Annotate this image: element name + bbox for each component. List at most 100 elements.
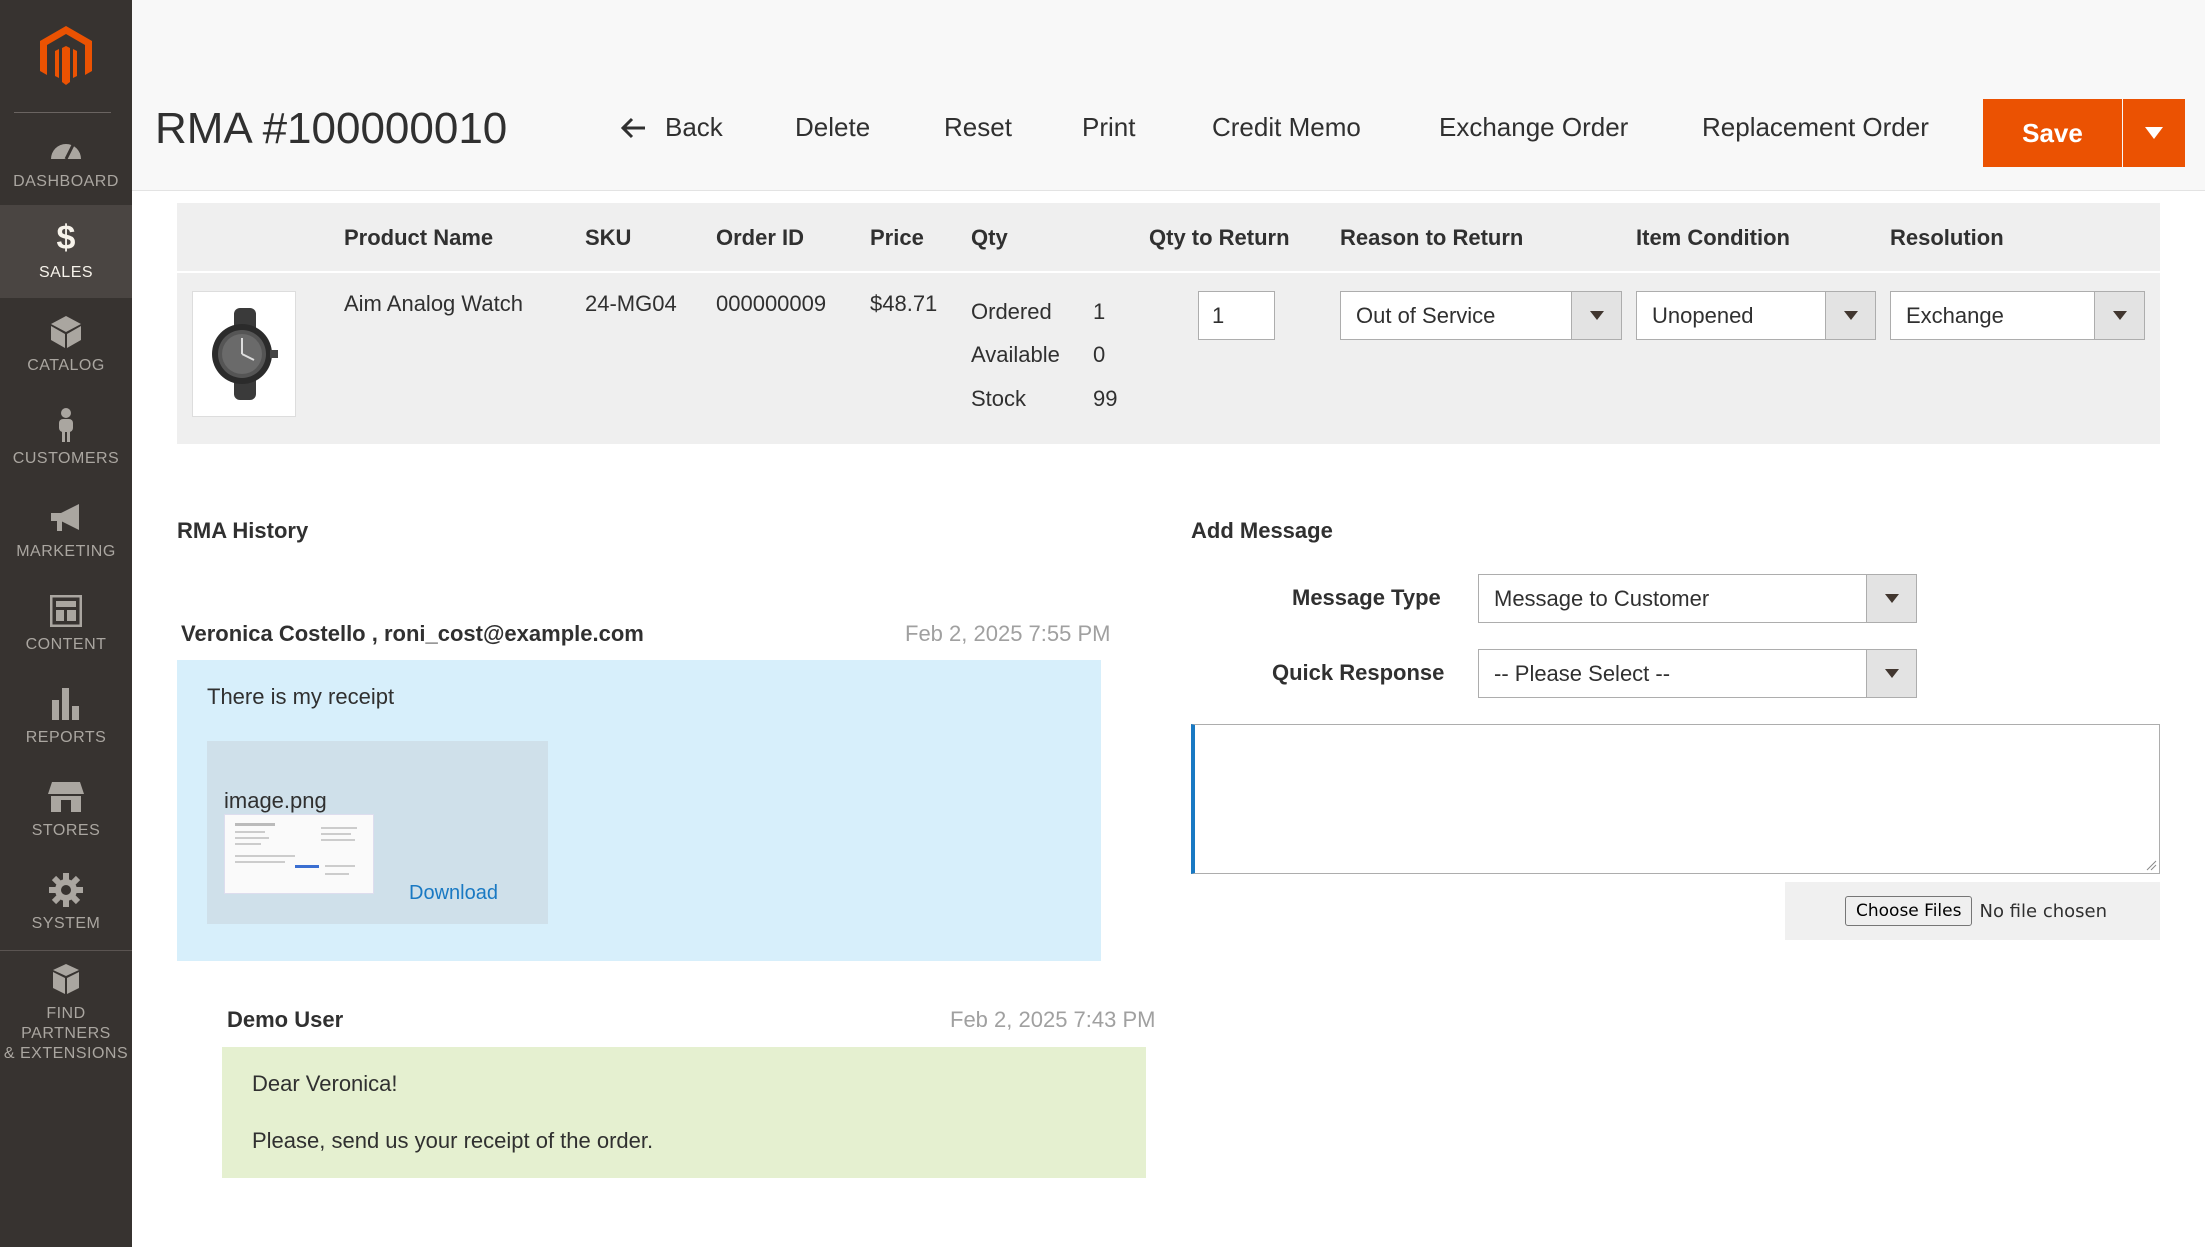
page-title: RMA #100000010 xyxy=(155,104,508,153)
nav-dashboard[interactable]: DASHBOARD xyxy=(0,114,132,207)
watch-image xyxy=(212,308,278,400)
condition-select[interactable]: Unopened xyxy=(1636,291,1876,340)
logo-divider xyxy=(14,112,111,113)
person-icon xyxy=(48,407,84,443)
chevron-down-icon xyxy=(1825,292,1875,339)
message-date: Feb 2, 2025 7:43 PM xyxy=(950,1007,1156,1032)
attachment-thumbnail[interactable] xyxy=(224,814,374,894)
message-type-value: Message to Customer xyxy=(1494,586,1710,611)
cube-icon xyxy=(48,314,84,350)
nav-marketing[interactable]: MARKETING xyxy=(0,484,132,577)
return-items-table: Product Name SKU Order ID Price Qty Qty … xyxy=(177,203,2160,444)
nav-label: SYSTEM xyxy=(31,914,101,932)
product-thumbnail[interactable] xyxy=(192,291,296,417)
nav-content[interactable]: CONTENT xyxy=(0,577,132,670)
qty-stock-value: 99 xyxy=(1093,386,1118,411)
choose-files-button[interactable]: Choose Files xyxy=(1845,896,1973,926)
nav-customers[interactable]: CUSTOMERS xyxy=(0,391,132,484)
nav-catalog[interactable]: CATALOG xyxy=(0,298,132,391)
magento-logo-icon xyxy=(40,26,92,85)
storefront-icon xyxy=(48,779,84,815)
nav-divider xyxy=(0,950,132,951)
nav-label: MARKETING xyxy=(16,542,116,560)
replacement-order-button[interactable]: Replacement Order xyxy=(1702,112,1929,143)
qty-stock-label: Stock xyxy=(971,386,1027,411)
nav-label: SALES xyxy=(38,263,94,281)
message-textarea[interactable] xyxy=(1191,724,2160,874)
message-line-1: Dear Veronica! xyxy=(252,1071,398,1096)
attachment-filename: image.png xyxy=(224,788,327,813)
resolution-select[interactable]: Exchange xyxy=(1890,291,2145,340)
chevron-down-icon xyxy=(1866,650,1916,697)
print-button[interactable]: Print xyxy=(1082,112,1135,143)
admin-sidebar: DASHBOARD $ SALES CATALOG CUSTOMERS MARK… xyxy=(0,0,132,1247)
nav-label: REPORTS xyxy=(25,728,107,746)
product-sku: 24-MG04 xyxy=(585,291,677,316)
chevron-down-icon xyxy=(2094,292,2144,339)
back-label: Back xyxy=(665,112,723,142)
nav-label: CONTENT xyxy=(25,635,107,653)
dollar-icon: $ xyxy=(56,219,76,257)
nav-label: STORES xyxy=(31,821,101,839)
col-order-id: Order ID xyxy=(716,225,805,250)
condition-value: Unopened xyxy=(1652,303,1754,328)
resolution-value: Exchange xyxy=(1906,303,2004,328)
col-product-name: Product Name xyxy=(344,225,494,250)
header-divider xyxy=(177,271,2160,273)
message-author: Veronica Costello , roni_cost@example.co… xyxy=(181,621,644,646)
col-reason: Reason to Return xyxy=(1340,225,1524,250)
caret-down-icon xyxy=(2145,127,2163,139)
customer-message-bubble: There is my receipt image.png Download xyxy=(177,660,1101,961)
col-resolution: Resolution xyxy=(1890,225,2004,250)
nav-reports[interactable]: REPORTS xyxy=(0,670,132,763)
quick-response-label: Quick Response xyxy=(1272,660,1445,685)
qty-to-return-input[interactable] xyxy=(1198,291,1275,340)
admin-message-bubble: Dear Veronica! Please, send us your rece… xyxy=(222,1047,1146,1178)
nav-label-line1: FIND PARTNERS xyxy=(21,1005,111,1042)
quick-response-value: -- Please Select -- xyxy=(1494,661,1671,686)
nav-label: CUSTOMERS xyxy=(12,449,120,467)
message-date: Feb 2, 2025 7:55 PM xyxy=(905,621,1111,646)
qty-available-value: 0 xyxy=(1093,342,1106,367)
save-button[interactable]: Save xyxy=(1983,99,2122,167)
price: $48.71 xyxy=(870,291,938,316)
nav-sales[interactable]: $ SALES xyxy=(0,205,132,298)
quick-response-select[interactable]: -- Please Select -- xyxy=(1478,649,1917,698)
qty-available-label: Available xyxy=(971,342,1060,367)
save-options-toggle[interactable] xyxy=(2123,99,2185,167)
col-qty-to-return: Qty to Return xyxy=(1149,225,1290,250)
qty-ordered-value: 1 xyxy=(1093,299,1106,324)
credit-memo-button[interactable]: Credit Memo xyxy=(1212,112,1361,143)
exchange-order-button[interactable]: Exchange Order xyxy=(1439,112,1628,143)
message-type-select[interactable]: Message to Customer xyxy=(1478,574,1917,623)
rma-history-title: RMA History xyxy=(177,518,309,543)
layout-icon xyxy=(48,593,84,629)
chevron-down-icon xyxy=(1571,292,1621,339)
magento-logo[interactable] xyxy=(0,0,132,112)
nav-system[interactable]: SYSTEM xyxy=(0,856,132,949)
nav-stores[interactable]: STORES xyxy=(0,763,132,856)
nav-label-line2: & EXTENSIONS xyxy=(3,1045,129,1062)
reset-button[interactable]: Reset xyxy=(944,112,1012,143)
qty-ordered-label: Ordered xyxy=(971,299,1052,324)
back-button[interactable]: Back xyxy=(621,112,723,143)
message-line-2: Please, send us your receipt of the orde… xyxy=(252,1128,654,1153)
resize-handle-icon[interactable] xyxy=(2145,859,2157,871)
download-link[interactable]: Download xyxy=(409,882,498,905)
gear-icon xyxy=(48,872,84,908)
boxes-icon xyxy=(48,962,84,998)
file-upload: Choose Files No file chosen xyxy=(1785,882,2160,940)
nav-find-partners[interactable]: FIND PARTNERS & EXTENSIONS xyxy=(0,958,132,1068)
reason-select[interactable]: Out of Service xyxy=(1340,291,1622,340)
reason-value: Out of Service xyxy=(1356,303,1496,328)
col-price: Price xyxy=(870,225,924,250)
megaphone-icon xyxy=(48,500,84,536)
page-actions-header: RMA #100000010 Back Delete Reset Print C… xyxy=(132,0,2205,191)
delete-button[interactable]: Delete xyxy=(795,112,870,143)
attachment-card: image.png Download xyxy=(207,741,548,924)
message-type-label: Message Type xyxy=(1292,585,1441,610)
product-name: Aim Analog Watch xyxy=(344,291,523,316)
col-condition: Item Condition xyxy=(1636,225,1790,250)
message-author: Demo User xyxy=(227,1007,344,1032)
nav-label: CATALOG xyxy=(27,356,105,374)
